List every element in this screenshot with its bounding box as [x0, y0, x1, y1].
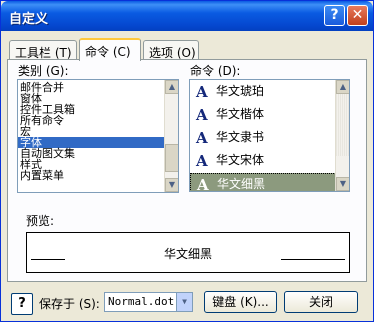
list-item[interactable]: A 华文楷体: [190, 104, 336, 127]
font-item-label: 华文楷体: [216, 107, 265, 121]
list-item[interactable]: A 华文宋体: [190, 150, 336, 173]
font-a-icon: A: [196, 83, 208, 101]
commands-list[interactable]: A 华文琥珀 A 华文楷体 A 华文隶书 A 华文宋体 A 华文细黑 ▲ ▼: [189, 79, 350, 192]
preview-label: 预览:: [26, 214, 55, 228]
categories-scrollbar[interactable]: ▲ ▼: [164, 80, 178, 192]
categories-label: 类别 (G):: [18, 64, 69, 78]
list-item[interactable]: 自动图文集: [18, 148, 178, 159]
scroll-track[interactable]: [336, 94, 349, 156]
close-button[interactable]: 关闭: [284, 291, 358, 313]
window-title: 自定义: [9, 12, 49, 27]
help-button-icon[interactable]: ?: [11, 293, 33, 315]
preview-box: 华文细黑: [26, 232, 350, 273]
font-item-label: 华文隶书: [216, 130, 265, 144]
list-item[interactable]: 邮件合并: [18, 82, 178, 93]
keyboard-button[interactable]: 键盘 (K)...: [204, 291, 277, 313]
list-item[interactable]: A 华文琥珀: [190, 81, 336, 104]
customize-dialog: 自定义 ? ✕ 工具栏 (T) 命令 (C) 选项 (O) 类别 (G): 邮件…: [0, 0, 374, 322]
chevron-down-icon[interactable]: ▼: [176, 293, 192, 311]
list-item[interactable]: 内置菜单: [18, 170, 178, 181]
help-icon[interactable]: ?: [324, 5, 345, 26]
save-in-select[interactable]: Normal.dot ▼: [104, 292, 193, 312]
font-item-label: 华文琥珀: [216, 84, 265, 98]
commands-label: 命令 (D):: [190, 64, 241, 78]
save-in-label: 保存于 (S):: [39, 297, 100, 311]
font-a-icon: A: [196, 106, 208, 124]
scroll-up-icon[interactable]: ▲: [165, 80, 178, 94]
tab-commands[interactable]: 命令 (C): [79, 38, 141, 61]
scroll-down-icon[interactable]: ▼: [165, 178, 178, 192]
categories-list[interactable]: 邮件合并 窗体 控件工具箱 所有命令 宏 字体 自动图文集 样式 内置菜单 ▲ …: [17, 79, 179, 193]
preview-right-line: [281, 259, 345, 260]
list-item[interactable]: 宏: [18, 126, 178, 137]
font-a-icon: A: [196, 129, 208, 147]
list-item[interactable]: A 华文隶书: [190, 127, 336, 150]
close-icon[interactable]: ✕: [347, 5, 368, 26]
commands-scrollbar[interactable]: ▲ ▼: [335, 80, 349, 191]
font-item-label: 华文细黑: [217, 177, 266, 191]
font-a-icon: A: [196, 152, 208, 170]
list-item-selected[interactable]: A 华文细黑: [190, 173, 336, 192]
save-in-value: Normal.dot: [108, 295, 175, 308]
scroll-up-icon[interactable]: ▲: [336, 80, 349, 94]
tab-options[interactable]: 选项 (O): [143, 40, 199, 61]
scroll-thumb[interactable]: [165, 144, 178, 172]
font-a-icon: A: [197, 176, 209, 192]
title-bar[interactable]: 自定义 ? ✕: [1, 1, 373, 31]
list-item[interactable]: 所有命令: [18, 115, 178, 126]
font-item-label: 华文宋体: [216, 153, 265, 167]
tab-toolbars[interactable]: 工具栏 (T): [9, 40, 77, 61]
scroll-down-icon[interactable]: ▼: [336, 177, 349, 191]
